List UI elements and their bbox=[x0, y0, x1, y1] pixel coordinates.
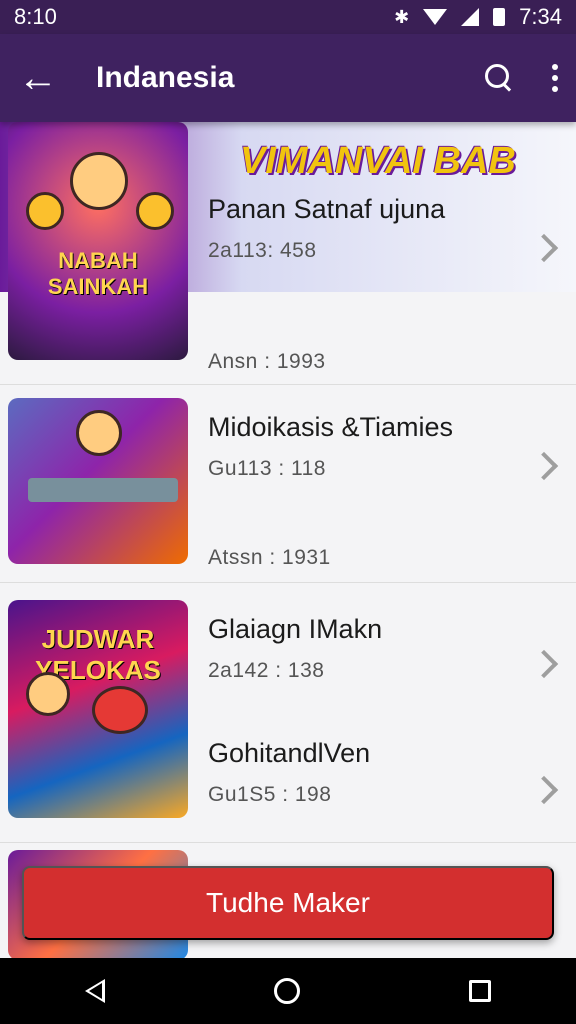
game-footer: Ansn : 1993 bbox=[208, 350, 326, 373]
list-item[interactable]: Midoikasis &Tiamies Gu113 : 118 bbox=[208, 412, 568, 481]
divider bbox=[0, 582, 576, 583]
game-code: 2a142 : 138 bbox=[208, 659, 325, 682]
nav-back-icon[interactable] bbox=[84, 979, 105, 1003]
nav-recents-icon[interactable] bbox=[469, 980, 492, 1002]
character-face-icon bbox=[26, 672, 70, 716]
app-bar: ← Indanesia bbox=[0, 34, 576, 122]
coin-icon bbox=[26, 192, 64, 230]
nav-home-icon[interactable] bbox=[273, 978, 300, 1004]
character-face-icon bbox=[76, 410, 122, 456]
status-bar: 8:10 ✱ 7:34 bbox=[0, 0, 576, 34]
game-title: GohitandlVen bbox=[208, 738, 371, 768]
game-list: VIMANVAI BAB NABAH SAINKAH Panan Satnaf … bbox=[0, 122, 576, 958]
coin-icon bbox=[136, 192, 174, 230]
game-thumbnail[interactable]: NABAH SAINKAH bbox=[8, 122, 188, 360]
character-face-icon bbox=[70, 152, 128, 210]
search-icon[interactable] bbox=[482, 61, 516, 95]
game-code: 2a113: 458 bbox=[208, 239, 317, 262]
creature-icon bbox=[92, 686, 148, 734]
status-time-right: 7:34 bbox=[519, 4, 562, 29]
game-code: Gu113 : 118 bbox=[208, 457, 326, 480]
status-icons: ✱ 7:34 bbox=[394, 4, 562, 30]
system-nav-bar bbox=[0, 958, 576, 1024]
primary-action-button[interactable]: Tudhe Maker bbox=[22, 866, 554, 940]
game-title: Panan Satnaf ujuna bbox=[208, 194, 446, 224]
more-options-icon[interactable] bbox=[552, 64, 558, 92]
divider bbox=[0, 384, 576, 385]
signal-icon bbox=[461, 8, 480, 26]
wifi-icon bbox=[423, 9, 448, 25]
back-arrow-icon[interactable]: ← bbox=[18, 56, 68, 101]
status-time-left: 8:10 bbox=[14, 4, 57, 29]
list-item-footer: Atssn : 1931 bbox=[208, 532, 568, 570]
game-footer: Atssn : 1931 bbox=[208, 546, 331, 569]
game-thumbnail[interactable]: JUDWAR YELOKAS bbox=[8, 600, 188, 818]
divider bbox=[0, 842, 576, 843]
game-thumbnail[interactable] bbox=[8, 398, 188, 564]
page-title: Indanesia bbox=[96, 61, 235, 94]
list-item[interactable]: Glaiagn IMakn 2a142 : 138 bbox=[208, 614, 568, 683]
list-item[interactable]: Panan Satnaf ujuna 2a113: 458 bbox=[208, 194, 568, 263]
bluetooth-icon: ✱ bbox=[394, 6, 410, 27]
weapon-icon bbox=[28, 478, 178, 502]
banner-text: VIMANVAI BAB bbox=[240, 140, 516, 182]
game-title: Midoikasis &Tiamies bbox=[208, 412, 454, 442]
game-title: Glaiagn IMakn bbox=[208, 614, 383, 644]
game-code: Gu1S5 : 198 bbox=[208, 783, 332, 806]
thumbnail-label: NABAH SAINKAH bbox=[47, 248, 149, 299]
list-item-footer: Ansn : 1993 bbox=[208, 336, 568, 374]
battery-icon bbox=[493, 8, 506, 26]
list-item[interactable]: GohitandlVen Gu1S5 : 198 bbox=[208, 738, 568, 807]
